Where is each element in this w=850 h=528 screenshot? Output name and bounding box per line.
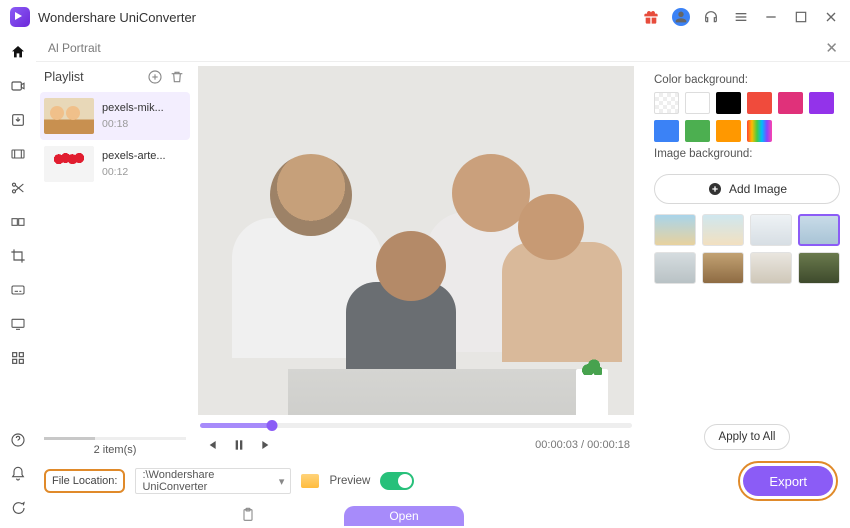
plus-circle-icon bbox=[707, 181, 723, 197]
swatch-orange[interactable] bbox=[716, 120, 741, 142]
user-avatar-icon[interactable] bbox=[672, 8, 690, 26]
sidebar-home-icon[interactable] bbox=[6, 40, 30, 64]
panel-title: Al Portrait bbox=[48, 41, 101, 55]
swatch-rainbow[interactable] bbox=[747, 120, 772, 142]
bg-thumb[interactable] bbox=[798, 214, 840, 246]
color-bg-label: Color background: bbox=[654, 74, 840, 86]
bg-thumb[interactable] bbox=[702, 252, 744, 284]
swatch-pink[interactable] bbox=[778, 92, 803, 114]
menu-icon[interactable] bbox=[732, 8, 750, 26]
playlist-title: Playlist bbox=[44, 70, 142, 84]
maximize-icon[interactable] bbox=[792, 8, 810, 26]
folder-icon[interactable] bbox=[301, 474, 319, 488]
sidebar-video-icon[interactable] bbox=[6, 74, 30, 98]
headset-icon[interactable] bbox=[702, 8, 720, 26]
image-bg-label: Image background: bbox=[654, 148, 840, 160]
playlist-scrollbar[interactable] bbox=[44, 437, 186, 440]
swatch-green[interactable] bbox=[685, 120, 710, 142]
sidebar-download-icon[interactable] bbox=[6, 108, 30, 132]
playlist-count: 2 item(s) bbox=[44, 444, 186, 456]
playlist-thumb bbox=[44, 98, 94, 134]
file-path-dropdown[interactable]: :\Wondershare UniConverter ▾ bbox=[135, 468, 291, 494]
sidebar-apps-icon[interactable] bbox=[6, 346, 30, 370]
panel-close-icon[interactable]: ✕ bbox=[825, 39, 838, 57]
gift-icon[interactable] bbox=[642, 8, 660, 26]
add-playlist-icon[interactable] bbox=[146, 68, 164, 86]
seek-progress bbox=[200, 423, 272, 428]
playlist-item-duration: 00:18 bbox=[102, 118, 164, 130]
bg-thumb[interactable] bbox=[798, 252, 840, 284]
file-location-label: File Location: bbox=[44, 469, 125, 493]
prev-button[interactable] bbox=[202, 436, 220, 454]
swatch-purple[interactable] bbox=[809, 92, 834, 114]
playlist-item-name: pexels-mik... bbox=[102, 102, 164, 114]
sidebar-crop-icon[interactable] bbox=[6, 244, 30, 268]
swatch-blue[interactable] bbox=[654, 120, 679, 142]
help-icon[interactable] bbox=[6, 428, 30, 452]
export-highlight: Export bbox=[738, 461, 838, 501]
bg-thumb[interactable] bbox=[654, 252, 696, 284]
sidebar-cut-icon[interactable] bbox=[6, 176, 30, 200]
bg-thumb[interactable] bbox=[750, 252, 792, 284]
swatch-black[interactable] bbox=[716, 92, 741, 114]
color-swatches bbox=[654, 92, 840, 142]
video-preview[interactable] bbox=[198, 66, 634, 415]
playlist-item[interactable]: pexels-mik... 00:18 bbox=[40, 92, 190, 140]
time-readout: 00:00:03 / 00:00:18 bbox=[535, 439, 630, 451]
bg-thumb[interactable] bbox=[702, 214, 744, 246]
swatch-transparent[interactable] bbox=[654, 92, 679, 114]
swatch-white[interactable] bbox=[685, 92, 710, 114]
export-button[interactable]: Export bbox=[743, 466, 833, 496]
bg-thumb[interactable] bbox=[654, 214, 696, 246]
open-button[interactable]: Open bbox=[344, 506, 464, 526]
add-image-button[interactable]: Add Image bbox=[654, 174, 840, 204]
apply-all-button[interactable]: Apply to All bbox=[704, 424, 791, 450]
app-logo bbox=[10, 7, 30, 27]
close-icon[interactable] bbox=[822, 8, 840, 26]
swatch-red[interactable] bbox=[747, 92, 772, 114]
playlist-item[interactable]: pexels-arte... 00:12 bbox=[40, 140, 190, 188]
sidebar-screen-icon[interactable] bbox=[6, 312, 30, 336]
seek-knob[interactable] bbox=[267, 420, 278, 431]
sidebar-merge-icon[interactable] bbox=[6, 210, 30, 234]
seek-track[interactable] bbox=[200, 423, 632, 428]
chevron-down-icon: ▾ bbox=[279, 475, 285, 488]
app-title: Wondershare UniConverter bbox=[38, 10, 642, 25]
next-button[interactable] bbox=[258, 436, 276, 454]
playlist-item-duration: 00:12 bbox=[102, 166, 166, 178]
clipboard-icon[interactable] bbox=[240, 507, 256, 526]
feedback-icon[interactable] bbox=[6, 496, 30, 520]
trash-icon[interactable] bbox=[168, 68, 186, 86]
pause-button[interactable] bbox=[230, 436, 248, 454]
playlist-item-name: pexels-arte... bbox=[102, 150, 166, 162]
playlist-thumb bbox=[44, 146, 94, 182]
minimize-icon[interactable] bbox=[762, 8, 780, 26]
preview-toggle[interactable] bbox=[380, 472, 414, 490]
sidebar-subtitle-icon[interactable] bbox=[6, 278, 30, 302]
preview-label: Preview bbox=[329, 475, 370, 487]
sidebar-filmstrip-icon[interactable] bbox=[6, 142, 30, 166]
bg-thumb[interactable] bbox=[750, 214, 792, 246]
bell-icon[interactable] bbox=[6, 462, 30, 486]
